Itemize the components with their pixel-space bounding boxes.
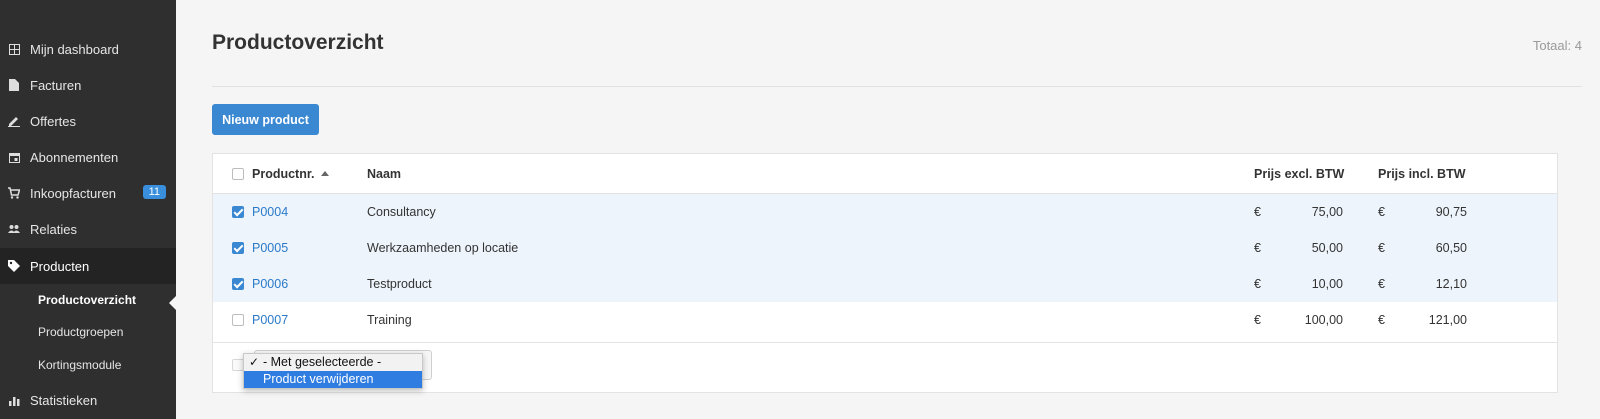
- table-row[interactable]: P0006 Testproduct € 10,00 € 12,10: [213, 266, 1557, 302]
- bulk-action-dropdown[interactable]: - Met geselecteerde - Product verwijdere…: [243, 353, 423, 389]
- row-checkbox[interactable]: [232, 242, 244, 254]
- column-header-naam: Naam: [367, 166, 402, 181]
- currency-symbol: €: [1254, 205, 1261, 219]
- sidebar-item-producten[interactable]: Producten: [0, 248, 176, 284]
- product-number-link[interactable]: P0004: [252, 194, 288, 230]
- sidebar-item-statistieken[interactable]: Statistieken: [0, 382, 176, 418]
- currency-symbol: €: [1378, 313, 1385, 327]
- count-badge: 11: [142, 185, 166, 199]
- sidebar-item-label: Facturen: [30, 77, 82, 93]
- currency-symbol: €: [1254, 277, 1261, 291]
- column-label: Productnr.: [252, 166, 315, 181]
- main-content: Productoverzicht Totaal: 4 Nieuw product…: [176, 0, 1600, 419]
- currency-symbol: €: [1378, 205, 1385, 219]
- tag-icon: [7, 259, 21, 273]
- pen-icon: [7, 114, 21, 128]
- sidebar-item-label: Offertes: [30, 113, 77, 129]
- sidebar-item-abonnementen[interactable]: Abonnementen: [0, 139, 176, 175]
- column-header-prijs-incl: Prijs incl. BTW: [1378, 166, 1466, 181]
- document-icon: [7, 78, 21, 92]
- sidebar-item-label: Producten: [30, 258, 90, 274]
- subitem-productgroepen[interactable]: Productgroepen: [38, 325, 123, 339]
- people-icon: [7, 222, 21, 236]
- row-checkbox[interactable]: [232, 278, 244, 290]
- grid-icon: [7, 42, 21, 56]
- column-header-productnr[interactable]: Productnr.: [252, 154, 329, 193]
- cart-icon: [7, 186, 21, 200]
- sidebar-item-label: Abonnementen: [30, 149, 119, 165]
- product-name: Testproduct: [367, 277, 432, 291]
- bar-chart-icon: [7, 393, 21, 407]
- price-incl: 121,00: [1428, 313, 1467, 327]
- currency-symbol: €: [1378, 277, 1385, 291]
- currency-symbol: €: [1378, 241, 1385, 255]
- column-header-prijs-excl: Prijs excl. BTW: [1254, 166, 1345, 181]
- row-checkbox[interactable]: [232, 206, 244, 218]
- currency-symbol: €: [1254, 241, 1261, 255]
- product-name: Training: [367, 313, 412, 327]
- currency-symbol: €: [1254, 313, 1261, 327]
- subitem-kortingsmodule[interactable]: Kortingsmodule: [38, 358, 121, 372]
- price-excl: 100,00: [1304, 313, 1343, 327]
- sidebar-item-label: Statistieken: [30, 392, 98, 408]
- sidebar-item-facturen[interactable]: Facturen: [0, 67, 176, 103]
- select-all-checkbox[interactable]: [232, 167, 244, 180]
- calendar-icon: [7, 150, 21, 164]
- price-excl: 50,00: [1311, 241, 1343, 255]
- sidebar-item-label: Mijn dashboard: [30, 41, 119, 57]
- table-header: Productnr. Naam Prijs excl. BTW Prijs in…: [213, 154, 1557, 194]
- subitem-productoverzicht[interactable]: Productoverzicht: [38, 293, 136, 307]
- sidebar-item-label: Relaties: [30, 221, 77, 237]
- page-title: Productoverzicht: [212, 31, 384, 54]
- sidebar: Mijn dashboard Facturen Offertes Abonnem…: [0, 0, 176, 419]
- sidebar-item-relaties[interactable]: Relaties: [0, 211, 176, 247]
- price-incl: 90,75: [1435, 205, 1467, 219]
- product-table: Productnr. Naam Prijs excl. BTW Prijs in…: [212, 153, 1558, 393]
- divider: [213, 342, 1557, 343]
- dropdown-option-delete[interactable]: Product verwijderen: [244, 371, 422, 388]
- dropdown-option-none[interactable]: - Met geselecteerde -: [244, 354, 422, 371]
- row-checkbox[interactable]: [232, 314, 244, 326]
- price-incl: 60,50: [1435, 241, 1467, 255]
- total-count: Totaal: 4: [1532, 38, 1582, 53]
- sidebar-item-dashboard[interactable]: Mijn dashboard: [0, 31, 176, 67]
- price-incl: 12,10: [1435, 277, 1467, 291]
- active-indicator: [169, 296, 176, 310]
- sort-asc-icon: [320, 171, 329, 176]
- sidebar-item-inkoopfacturen[interactable]: Inkoopfacturen 11: [0, 175, 176, 211]
- table-row[interactable]: P0004 Consultancy € 75,00 € 90,75: [213, 194, 1557, 230]
- table-row[interactable]: P0007 Training € 100,00 € 121,00: [213, 302, 1557, 338]
- new-product-button[interactable]: Nieuw product: [212, 104, 319, 135]
- product-number-link[interactable]: P0007: [252, 302, 288, 338]
- sidebar-item-offertes[interactable]: Offertes: [0, 103, 176, 139]
- sidebar-item-label: Inkoopfacturen: [30, 185, 117, 201]
- price-excl: 75,00: [1311, 205, 1343, 219]
- divider: [212, 86, 1582, 87]
- product-number-link[interactable]: P0006: [252, 266, 288, 302]
- price-excl: 10,00: [1311, 277, 1343, 291]
- product-name: Consultancy: [367, 205, 436, 219]
- product-number-link[interactable]: P0005: [252, 230, 288, 266]
- product-name: Werkzaamheden op locatie: [367, 241, 519, 255]
- table-row[interactable]: P0005 Werkzaamheden op locatie € 50,00 €…: [213, 230, 1557, 266]
